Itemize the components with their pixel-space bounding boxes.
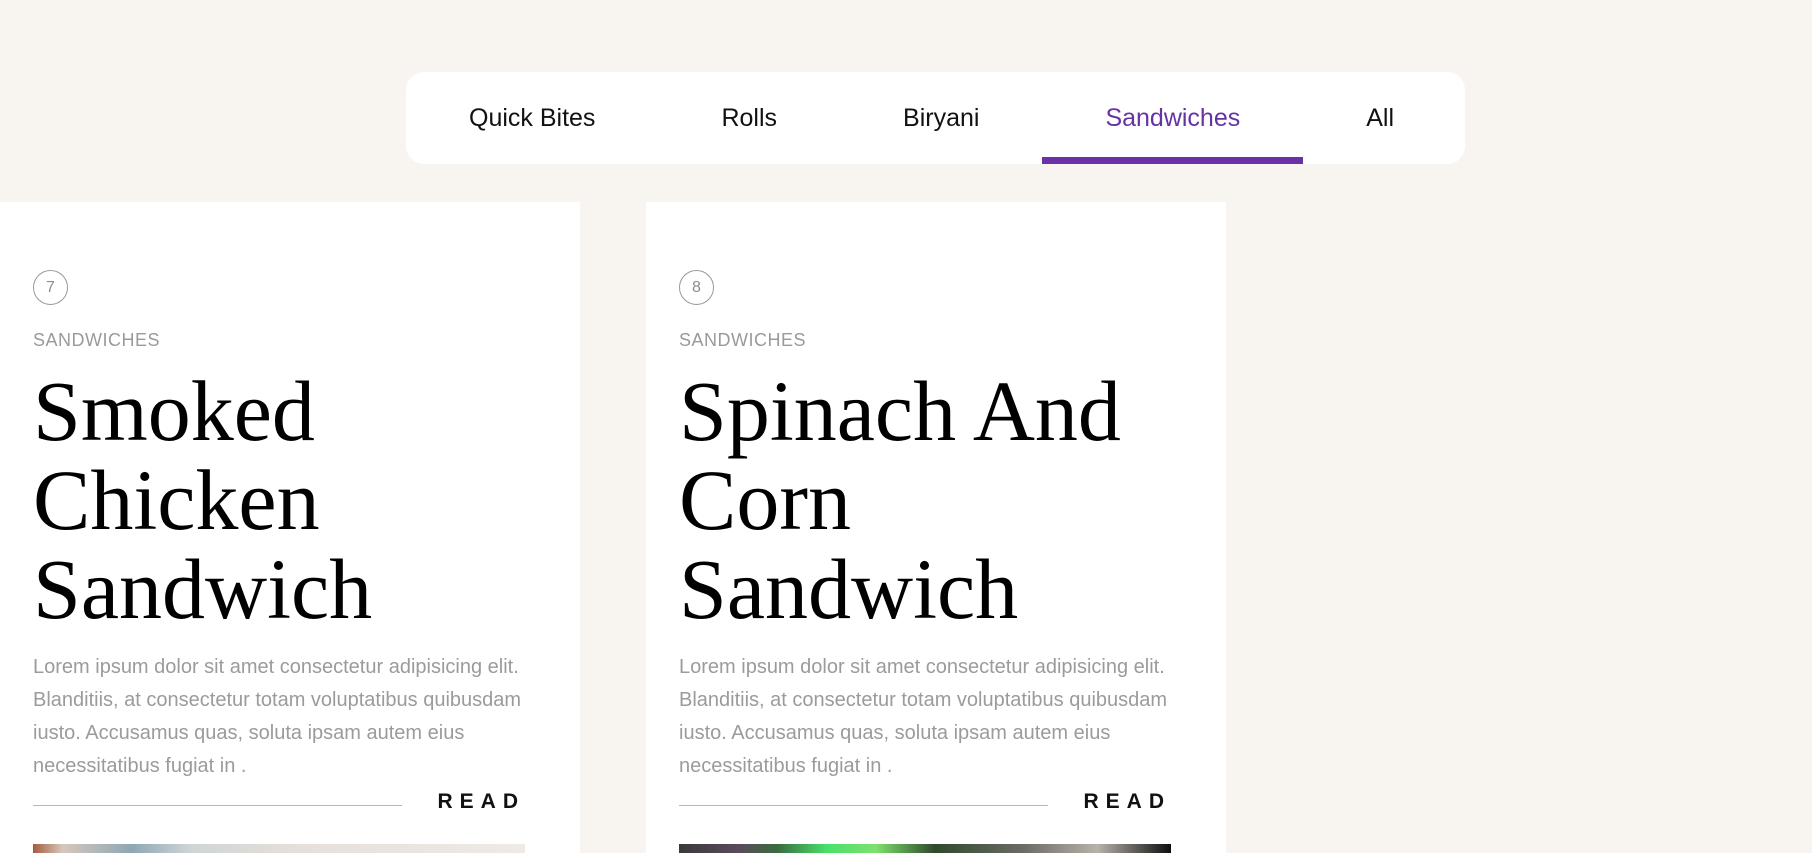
category-tabs: Quick Bites Rolls Biryani Sandwiches All <box>406 72 1465 164</box>
card-number-badge: 7 <box>33 270 68 305</box>
tab-all[interactable]: All <box>1303 72 1457 164</box>
read-row: READ <box>679 790 1171 820</box>
card-number-badge: 8 <box>679 270 714 305</box>
card-description: Lorem ipsum dolor sit amet consectetur a… <box>679 656 1168 777</box>
tab-rolls[interactable]: Rolls <box>658 72 840 164</box>
divider-line <box>33 805 402 806</box>
divider-line <box>679 805 1048 806</box>
card-title: Spinach And Corn Sandwich <box>679 363 1121 637</box>
tab-sandwiches[interactable]: Sandwiches <box>1042 72 1304 164</box>
card-category: SANDWICHES <box>33 330 161 350</box>
card-description: Lorem ipsum dolor sit amet consectetur a… <box>33 656 522 777</box>
card-title: Smoked Chicken Sandwich <box>33 363 373 637</box>
card-image <box>33 844 525 853</box>
tab-biryani[interactable]: Biryani <box>840 72 1042 164</box>
read-row: READ <box>33 790 525 820</box>
card-category: SANDWICHES <box>679 330 807 350</box>
tab-quick-bites[interactable]: Quick Bites <box>469 72 658 164</box>
recipe-card: 8 SANDWICHES Spinach And Corn Sandwich L… <box>646 202 1226 853</box>
card-image <box>679 844 1171 853</box>
read-button[interactable]: READ <box>1083 790 1171 814</box>
recipe-card: 7 SANDWICHES Smoked Chicken Sandwich Lor… <box>0 202 580 853</box>
read-button[interactable]: READ <box>437 790 525 814</box>
